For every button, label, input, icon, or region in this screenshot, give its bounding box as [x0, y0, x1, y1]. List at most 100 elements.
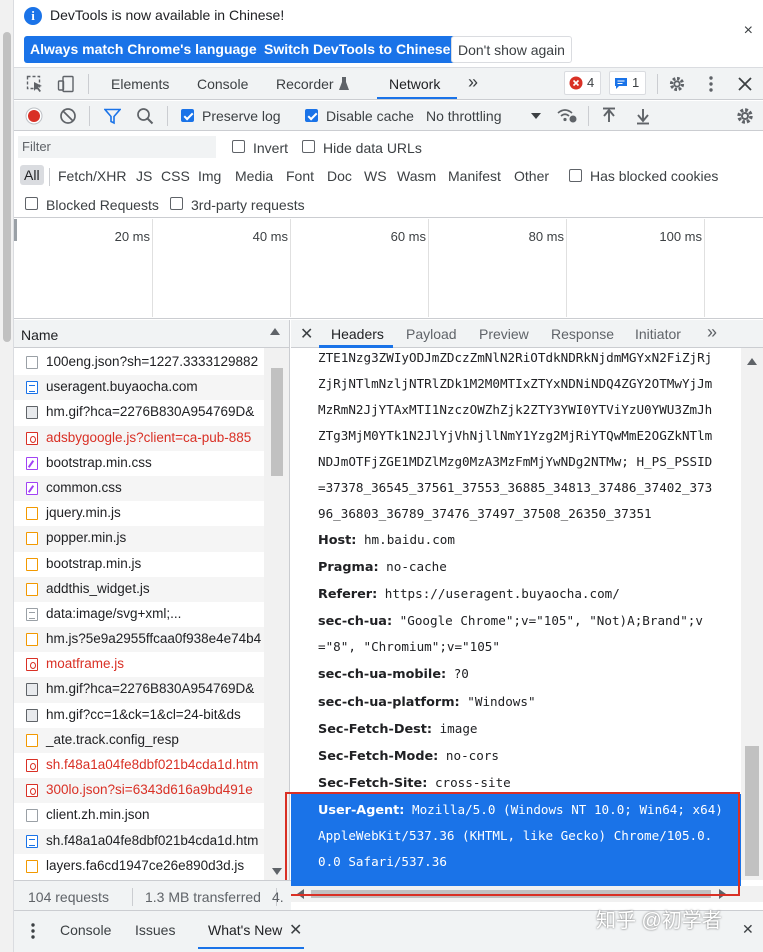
tab-network[interactable]: Network — [389, 76, 440, 92]
tab-recorder[interactable]: Recorder — [276, 76, 334, 92]
disable-cache-checkbox[interactable] — [305, 109, 318, 122]
import-har-icon[interactable] — [601, 107, 617, 125]
type-filter-font[interactable]: Font — [286, 168, 314, 184]
dont-show-again-button[interactable]: Don't show again — [451, 36, 572, 63]
page-scrollbar-thumb[interactable] — [3, 32, 11, 342]
hide-data-urls-label: Hide data URLs — [323, 140, 422, 156]
messages-badge[interactable]: 1 — [609, 71, 647, 95]
network-status-bar: 104 requests 1.3 MB transferred 4. — [14, 880, 291, 910]
request-row[interactable]: addthis_widget.js — [14, 576, 264, 602]
always-match-language-button[interactable]: Always match Chrome's language — [24, 36, 263, 63]
type-filter-other[interactable]: Other — [514, 168, 549, 184]
tab-console[interactable]: Console — [197, 76, 248, 92]
tab-preview[interactable]: Preview — [479, 326, 529, 342]
request-row[interactable]: data:image/svg+xml;... — [14, 602, 264, 627]
request-row[interactable]: hm.gif?hca=2276B830A954769D& — [14, 677, 264, 703]
blocked-requests-checkbox[interactable] — [25, 197, 38, 210]
scroll-down-icon[interactable] — [272, 868, 282, 875]
request-row[interactable]: popper.min.js — [14, 526, 264, 552]
request-row[interactable]: bootstrap.min.css — [14, 451, 264, 476]
search-icon[interactable] — [136, 107, 154, 125]
timeline-gridline — [290, 219, 291, 317]
name-column-header[interactable]: Name — [21, 327, 58, 343]
filter-icon[interactable] — [104, 108, 121, 125]
tab-payload[interactable]: Payload — [406, 326, 457, 342]
request-row[interactable]: layers.fa6cd1947ce26e890d3d.js — [14, 854, 264, 879]
drawer-tab-issues[interactable]: Issues — [135, 922, 175, 938]
network-settings-gear-icon[interactable] — [735, 106, 755, 126]
close-details-icon[interactable]: ✕ — [300, 324, 313, 344]
has-blocked-cookies-checkbox[interactable] — [569, 169, 582, 182]
preserve-log-checkbox[interactable] — [181, 109, 194, 122]
request-row[interactable]: moatframe.js — [14, 652, 264, 677]
tab-headers[interactable]: Headers — [331, 326, 384, 342]
type-filter-media[interactable]: Media — [235, 168, 273, 184]
request-row[interactable]: sh.f48a1a04fe8dbf021b4cda1d.htm — [14, 828, 264, 854]
export-har-icon[interactable] — [635, 107, 651, 125]
type-filter-ws[interactable]: WS — [364, 168, 387, 184]
request-row[interactable]: adsbygoogle.js?client=ca-pub-885 — [14, 425, 264, 451]
type-filter-js[interactable]: JS — [136, 168, 152, 184]
sort-ascending-icon[interactable] — [270, 328, 280, 335]
more-tabs-icon[interactable]: » — [468, 72, 478, 93]
type-filter-doc[interactable]: Doc — [327, 168, 352, 184]
invert-checkbox[interactable] — [232, 140, 245, 153]
errors-badge[interactable]: 4 — [564, 71, 602, 95]
script-file-icon — [26, 557, 38, 571]
type-filter-css[interactable]: CSS — [161, 168, 190, 184]
type-filter-img[interactable]: Img — [198, 168, 221, 184]
record-icon[interactable] — [25, 107, 43, 125]
infobar-close-icon[interactable]: × — [744, 22, 753, 40]
separator — [167, 106, 168, 126]
request-list-scrollbar-thumb[interactable] — [271, 368, 283, 476]
switch-to-chinese-button[interactable]: Switch DevTools to Chinese — [258, 36, 457, 63]
scroll-up-icon[interactable] — [747, 358, 757, 365]
filter-input[interactable]: Filter — [18, 136, 216, 158]
request-row[interactable]: _ate.track.config_resp — [14, 727, 264, 753]
settings-gear-icon[interactable] — [668, 75, 686, 93]
request-row[interactable]: client.zh.min.json — [14, 803, 264, 828]
more-options-icon[interactable] — [702, 75, 720, 93]
details-scrollbar[interactable] — [741, 348, 763, 880]
details-scrollbar-thumb[interactable] — [745, 746, 759, 876]
request-row[interactable]: 300lo.json?si=6343d616a9bd491e — [14, 778, 264, 804]
drawer-menu-icon[interactable] — [30, 922, 36, 940]
timeline-overview[interactable]: 20 ms 40 ms 60 ms 80 ms 100 ms — [14, 219, 763, 319]
request-row[interactable]: hm.gif?hca=2276B830A954769D& — [14, 400, 264, 425]
request-row[interactable]: hm.gif?cc=1&ck=1&cl=24-bit&ds — [14, 703, 264, 728]
throttling-dropdown-icon[interactable] — [531, 113, 541, 119]
tab-elements[interactable]: Elements — [111, 76, 169, 92]
drawer-tab-whats-new[interactable]: What's New — [208, 922, 282, 938]
more-detail-tabs-icon[interactable]: » — [707, 322, 717, 343]
header-value: "Google Chrome";v="105", "Not)A;Brand";v — [399, 613, 703, 628]
close-devtools-icon[interactable] — [736, 75, 754, 93]
page-scrollbar[interactable] — [0, 0, 14, 952]
third-party-checkbox[interactable] — [170, 197, 183, 210]
cookie-value-line: ZTE1Nzg3ZWIyODJmZDczZmNlN2RiOTdkNDRkNjdm… — [318, 350, 713, 365]
request-row[interactable]: common.css — [14, 475, 264, 502]
request-row[interactable]: 100eng.json?sh=1227.3333129882 — [14, 350, 264, 375]
type-filter-wasm[interactable]: Wasm — [397, 168, 436, 184]
type-filter-fetch-xhr[interactable]: Fetch/XHR — [58, 168, 126, 184]
drawer-tab-console[interactable]: Console — [60, 922, 111, 938]
request-row[interactable]: jquery.min.js — [14, 501, 264, 526]
network-conditions-icon[interactable] — [556, 107, 578, 125]
clear-icon[interactable] — [59, 107, 77, 125]
request-name: addthis_widget.js — [46, 580, 150, 596]
type-filter-all[interactable]: All — [20, 165, 44, 185]
close-whats-new-icon[interactable]: ✕ — [289, 920, 302, 940]
inspect-element-icon[interactable] — [26, 75, 44, 93]
request-row[interactable]: bootstrap.min.js — [14, 552, 264, 577]
tab-response[interactable]: Response — [551, 326, 614, 342]
flask-icon — [339, 77, 349, 90]
device-toolbar-icon[interactable] — [57, 75, 75, 93]
throttling-select[interactable]: No throttling — [426, 108, 501, 124]
request-row[interactable]: sh.f48a1a04fe8dbf021b4cda1d.htm — [14, 753, 264, 778]
tab-initiator[interactable]: Initiator — [635, 326, 681, 342]
request-row[interactable]: hm.js?5e9a2955ffcaa0f938e4e74b4 — [14, 627, 264, 653]
network-toolbar: Preserve log Disable cache No throttling — [14, 101, 763, 131]
request-row[interactable]: useragent.buyaocha.com — [14, 375, 264, 401]
type-filter-manifest[interactable]: Manifest — [448, 168, 501, 184]
hide-data-urls-checkbox[interactable] — [302, 140, 315, 153]
close-drawer-icon[interactable]: ✕ — [742, 921, 754, 938]
